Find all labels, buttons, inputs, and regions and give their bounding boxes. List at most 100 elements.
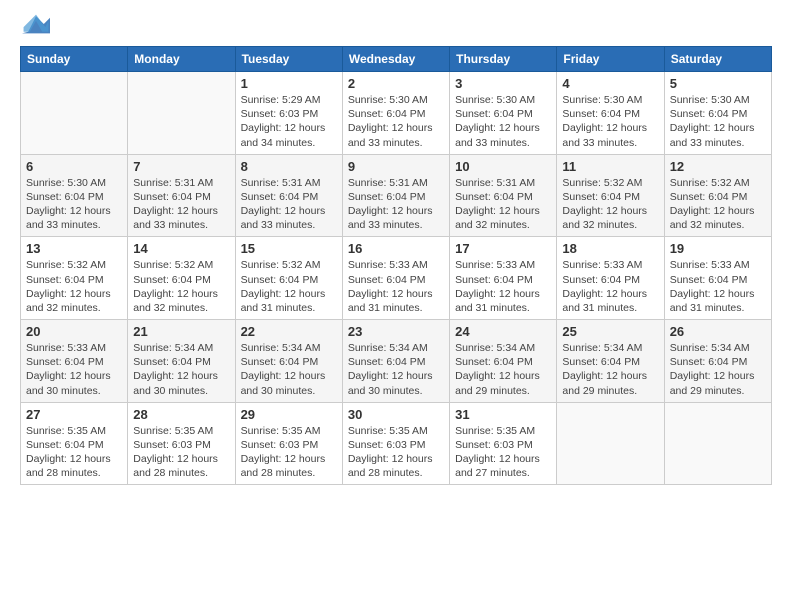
day-info: Sunrise: 5:35 AMSunset: 6:03 PMDaylight:… bbox=[133, 424, 229, 481]
day-number: 11 bbox=[562, 159, 658, 174]
day-info: Sunrise: 5:31 AMSunset: 6:04 PMDaylight:… bbox=[133, 176, 229, 233]
calendar-day-cell bbox=[557, 402, 664, 485]
day-number: 14 bbox=[133, 241, 229, 256]
calendar-day-cell: 17 Sunrise: 5:33 AMSunset: 6:04 PMDaylig… bbox=[450, 237, 557, 320]
calendar-day-cell: 2 Sunrise: 5:30 AMSunset: 6:04 PMDayligh… bbox=[342, 72, 449, 155]
calendar-day-cell: 18 Sunrise: 5:33 AMSunset: 6:04 PMDaylig… bbox=[557, 237, 664, 320]
day-info: Sunrise: 5:30 AMSunset: 6:04 PMDaylight:… bbox=[455, 93, 551, 150]
calendar-day-cell: 1 Sunrise: 5:29 AMSunset: 6:03 PMDayligh… bbox=[235, 72, 342, 155]
day-number: 18 bbox=[562, 241, 658, 256]
calendar-day-cell bbox=[21, 72, 128, 155]
logo-icon bbox=[20, 10, 52, 38]
day-number: 8 bbox=[241, 159, 337, 174]
day-number: 3 bbox=[455, 76, 551, 91]
calendar-header-row: SundayMondayTuesdayWednesdayThursdayFrid… bbox=[21, 47, 772, 72]
calendar-day-cell: 20 Sunrise: 5:33 AMSunset: 6:04 PMDaylig… bbox=[21, 320, 128, 403]
day-info: Sunrise: 5:33 AMSunset: 6:04 PMDaylight:… bbox=[26, 341, 122, 398]
calendar-day-cell: 14 Sunrise: 5:32 AMSunset: 6:04 PMDaylig… bbox=[128, 237, 235, 320]
day-info: Sunrise: 5:35 AMSunset: 6:04 PMDaylight:… bbox=[26, 424, 122, 481]
calendar-day-cell: 22 Sunrise: 5:34 AMSunset: 6:04 PMDaylig… bbox=[235, 320, 342, 403]
day-info: Sunrise: 5:32 AMSunset: 6:04 PMDaylight:… bbox=[562, 176, 658, 233]
day-info: Sunrise: 5:33 AMSunset: 6:04 PMDaylight:… bbox=[455, 258, 551, 315]
day-number: 23 bbox=[348, 324, 444, 339]
day-number: 16 bbox=[348, 241, 444, 256]
calendar-day-cell: 19 Sunrise: 5:33 AMSunset: 6:04 PMDaylig… bbox=[664, 237, 771, 320]
day-info: Sunrise: 5:34 AMSunset: 6:04 PMDaylight:… bbox=[241, 341, 337, 398]
day-number: 21 bbox=[133, 324, 229, 339]
day-info: Sunrise: 5:34 AMSunset: 6:04 PMDaylight:… bbox=[133, 341, 229, 398]
calendar-day-cell: 29 Sunrise: 5:35 AMSunset: 6:03 PMDaylig… bbox=[235, 402, 342, 485]
day-number: 13 bbox=[26, 241, 122, 256]
day-info: Sunrise: 5:35 AMSunset: 6:03 PMDaylight:… bbox=[348, 424, 444, 481]
calendar-day-cell: 23 Sunrise: 5:34 AMSunset: 6:04 PMDaylig… bbox=[342, 320, 449, 403]
calendar-day-cell: 3 Sunrise: 5:30 AMSunset: 6:04 PMDayligh… bbox=[450, 72, 557, 155]
calendar-week-row: 6 Sunrise: 5:30 AMSunset: 6:04 PMDayligh… bbox=[21, 154, 772, 237]
calendar-week-row: 13 Sunrise: 5:32 AMSunset: 6:04 PMDaylig… bbox=[21, 237, 772, 320]
day-info: Sunrise: 5:34 AMSunset: 6:04 PMDaylight:… bbox=[670, 341, 766, 398]
day-number: 22 bbox=[241, 324, 337, 339]
day-info: Sunrise: 5:32 AMSunset: 6:04 PMDaylight:… bbox=[241, 258, 337, 315]
day-number: 31 bbox=[455, 407, 551, 422]
day-number: 7 bbox=[133, 159, 229, 174]
day-number: 24 bbox=[455, 324, 551, 339]
weekday-header: Saturday bbox=[664, 47, 771, 72]
calendar-day-cell: 11 Sunrise: 5:32 AMSunset: 6:04 PMDaylig… bbox=[557, 154, 664, 237]
day-info: Sunrise: 5:30 AMSunset: 6:04 PMDaylight:… bbox=[562, 93, 658, 150]
calendar-week-row: 27 Sunrise: 5:35 AMSunset: 6:04 PMDaylig… bbox=[21, 402, 772, 485]
day-info: Sunrise: 5:32 AMSunset: 6:04 PMDaylight:… bbox=[670, 176, 766, 233]
weekday-header: Thursday bbox=[450, 47, 557, 72]
day-number: 30 bbox=[348, 407, 444, 422]
day-info: Sunrise: 5:33 AMSunset: 6:04 PMDaylight:… bbox=[348, 258, 444, 315]
calendar-table: SundayMondayTuesdayWednesdayThursdayFrid… bbox=[20, 46, 772, 485]
calendar-day-cell: 24 Sunrise: 5:34 AMSunset: 6:04 PMDaylig… bbox=[450, 320, 557, 403]
calendar-day-cell: 28 Sunrise: 5:35 AMSunset: 6:03 PMDaylig… bbox=[128, 402, 235, 485]
calendar-day-cell: 31 Sunrise: 5:35 AMSunset: 6:03 PMDaylig… bbox=[450, 402, 557, 485]
day-info: Sunrise: 5:35 AMSunset: 6:03 PMDaylight:… bbox=[241, 424, 337, 481]
day-number: 4 bbox=[562, 76, 658, 91]
day-info: Sunrise: 5:32 AMSunset: 6:04 PMDaylight:… bbox=[26, 258, 122, 315]
day-info: Sunrise: 5:34 AMSunset: 6:04 PMDaylight:… bbox=[562, 341, 658, 398]
calendar-day-cell: 15 Sunrise: 5:32 AMSunset: 6:04 PMDaylig… bbox=[235, 237, 342, 320]
calendar-day-cell: 6 Sunrise: 5:30 AMSunset: 6:04 PMDayligh… bbox=[21, 154, 128, 237]
day-number: 6 bbox=[26, 159, 122, 174]
day-info: Sunrise: 5:33 AMSunset: 6:04 PMDaylight:… bbox=[562, 258, 658, 315]
calendar-week-row: 1 Sunrise: 5:29 AMSunset: 6:03 PMDayligh… bbox=[21, 72, 772, 155]
day-number: 1 bbox=[241, 76, 337, 91]
day-info: Sunrise: 5:34 AMSunset: 6:04 PMDaylight:… bbox=[348, 341, 444, 398]
day-number: 5 bbox=[670, 76, 766, 91]
day-info: Sunrise: 5:31 AMSunset: 6:04 PMDaylight:… bbox=[241, 176, 337, 233]
logo bbox=[20, 10, 56, 38]
day-info: Sunrise: 5:31 AMSunset: 6:04 PMDaylight:… bbox=[455, 176, 551, 233]
day-number: 25 bbox=[562, 324, 658, 339]
day-info: Sunrise: 5:35 AMSunset: 6:03 PMDaylight:… bbox=[455, 424, 551, 481]
calendar-day-cell bbox=[664, 402, 771, 485]
day-number: 28 bbox=[133, 407, 229, 422]
calendar-day-cell: 10 Sunrise: 5:31 AMSunset: 6:04 PMDaylig… bbox=[450, 154, 557, 237]
day-number: 29 bbox=[241, 407, 337, 422]
day-number: 12 bbox=[670, 159, 766, 174]
calendar-day-cell: 27 Sunrise: 5:35 AMSunset: 6:04 PMDaylig… bbox=[21, 402, 128, 485]
day-number: 10 bbox=[455, 159, 551, 174]
calendar-day-cell: 7 Sunrise: 5:31 AMSunset: 6:04 PMDayligh… bbox=[128, 154, 235, 237]
day-number: 9 bbox=[348, 159, 444, 174]
weekday-header: Friday bbox=[557, 47, 664, 72]
calendar-day-cell: 5 Sunrise: 5:30 AMSunset: 6:04 PMDayligh… bbox=[664, 72, 771, 155]
day-number: 17 bbox=[455, 241, 551, 256]
calendar-day-cell: 13 Sunrise: 5:32 AMSunset: 6:04 PMDaylig… bbox=[21, 237, 128, 320]
calendar-day-cell: 4 Sunrise: 5:30 AMSunset: 6:04 PMDayligh… bbox=[557, 72, 664, 155]
weekday-header: Sunday bbox=[21, 47, 128, 72]
calendar-day-cell bbox=[128, 72, 235, 155]
day-info: Sunrise: 5:30 AMSunset: 6:04 PMDaylight:… bbox=[348, 93, 444, 150]
day-info: Sunrise: 5:31 AMSunset: 6:04 PMDaylight:… bbox=[348, 176, 444, 233]
day-info: Sunrise: 5:29 AMSunset: 6:03 PMDaylight:… bbox=[241, 93, 337, 150]
calendar-day-cell: 30 Sunrise: 5:35 AMSunset: 6:03 PMDaylig… bbox=[342, 402, 449, 485]
calendar-day-cell: 12 Sunrise: 5:32 AMSunset: 6:04 PMDaylig… bbox=[664, 154, 771, 237]
day-info: Sunrise: 5:33 AMSunset: 6:04 PMDaylight:… bbox=[670, 258, 766, 315]
day-number: 26 bbox=[670, 324, 766, 339]
weekday-header: Tuesday bbox=[235, 47, 342, 72]
calendar-day-cell: 25 Sunrise: 5:34 AMSunset: 6:04 PMDaylig… bbox=[557, 320, 664, 403]
day-number: 19 bbox=[670, 241, 766, 256]
calendar-day-cell: 21 Sunrise: 5:34 AMSunset: 6:04 PMDaylig… bbox=[128, 320, 235, 403]
calendar-day-cell: 16 Sunrise: 5:33 AMSunset: 6:04 PMDaylig… bbox=[342, 237, 449, 320]
header bbox=[20, 10, 772, 38]
